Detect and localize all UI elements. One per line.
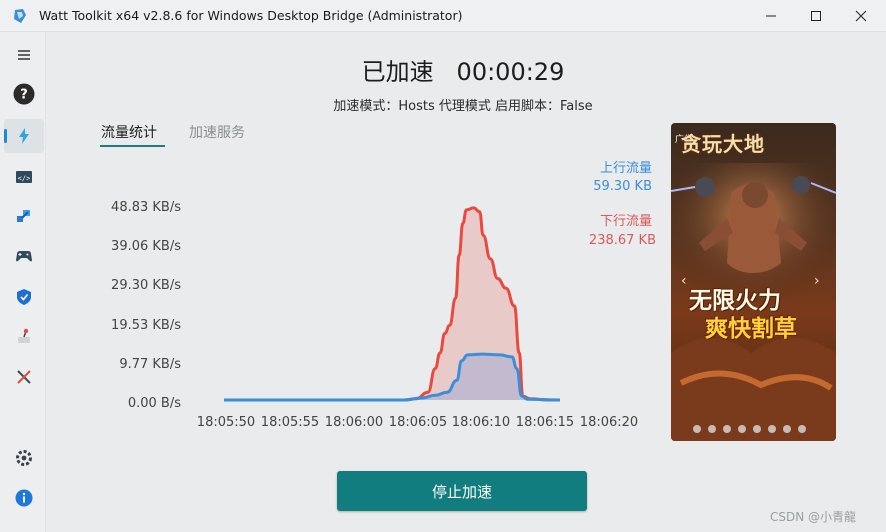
watermark: CSDN @小青龍 bbox=[770, 510, 857, 524]
upload-series-area bbox=[224, 354, 560, 400]
ad-banner[interactable]: 广告 贪玩大地 无限火力 爽快割草 ‹ › bbox=[671, 123, 836, 441]
ad-carousel-dot[interactable] bbox=[723, 425, 731, 433]
ad-carousel-dot[interactable] bbox=[753, 425, 761, 433]
ad-carousel-dot[interactable] bbox=[693, 425, 701, 433]
ad-next-icon[interactable]: › bbox=[814, 273, 820, 289]
ad-title: 贪玩大地 bbox=[681, 132, 765, 156]
ad-carousel-dot[interactable] bbox=[768, 425, 776, 433]
stop-acceleration-button[interactable]: 停止加速 bbox=[337, 471, 587, 511]
ad-carousel-dot[interactable] bbox=[783, 425, 791, 433]
ad-slogan-line2: 爽快割草 bbox=[705, 316, 797, 342]
ad-prev-icon[interactable]: ‹ bbox=[681, 273, 687, 289]
ad-carousel-dot[interactable] bbox=[798, 425, 806, 433]
ad-carousel-dot[interactable] bbox=[738, 425, 746, 433]
ad-carousel-dots[interactable] bbox=[693, 425, 817, 435]
ad-carousel-dot[interactable] bbox=[708, 425, 716, 433]
